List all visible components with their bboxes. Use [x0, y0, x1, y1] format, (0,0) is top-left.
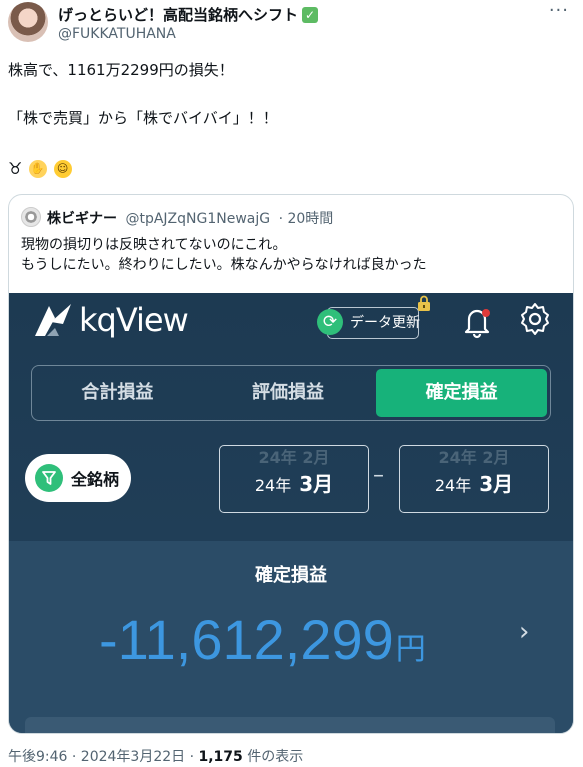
author-handle[interactable]: @FUKKATUHANA — [58, 26, 176, 42]
quoted-author-avatar — [21, 207, 41, 227]
all-stocks-filter-button[interactable]: 全銘柄 — [25, 454, 131, 502]
quoted-header: 株ビギナー @tpAJZqNG1NewajG · 20時間 — [47, 208, 333, 228]
start-date-value: 24年 3月 — [220, 468, 368, 497]
result-value: -11,612,299円 — [99, 607, 426, 672]
tweet-emoji-line: ♉ ✋ ☺ — [8, 158, 74, 179]
quoted-text-line: もうしにたい。終わりにしたい。株なんかやらなければ良かった — [21, 257, 427, 273]
start-date-picker[interactable]: 24年 2月 24年 3月 — [219, 445, 369, 513]
app-logo-text: kqView — [79, 301, 189, 339]
filter-label: 全銘柄 — [71, 470, 120, 489]
more-options-icon[interactable]: ··· — [549, 2, 569, 20]
tweet-text-line: 株高で、1161万2299円の損失！ — [8, 61, 234, 79]
result-amount: -11,612,299 — [99, 608, 394, 671]
result-unit: 円 — [395, 633, 426, 666]
views-label: 件の表示 — [242, 749, 304, 765]
views-count: 1,175 — [198, 749, 243, 765]
check-mark-icon: ✓ — [302, 6, 319, 23]
pnl-tab-group: 合計損益 評価損益 確定損益 — [31, 365, 551, 421]
date-range-separator: – — [373, 463, 384, 488]
tweet-text-line: 「株で売買」から「株でバイバイ」！！ — [8, 109, 278, 127]
refresh-icon: ⟳ — [317, 309, 343, 335]
attached-app-screenshot[interactable]: kqView データ更新 ⟳ 合計損益 評価損益 確定損益 全銘柄 24年 2月… — [9, 293, 573, 733]
next-panel-edge — [25, 717, 555, 733]
author-avatar[interactable] — [8, 2, 48, 42]
quoted-time: · 20時間 — [278, 211, 334, 227]
settings-gear-icon[interactable] — [517, 301, 553, 337]
end-date-year: 24年 — [434, 476, 472, 495]
tweet: げっとらいど！高配当銘柄へシフト ✓ @FUKKATUHANA ··· 株高で、… — [0, 0, 583, 767]
grinning-face-icon: ☺ — [53, 159, 72, 178]
logo-mark-icon — [35, 304, 71, 336]
tab-realized-pnl[interactable]: 確定損益 — [376, 369, 548, 417]
end-date-prev-option: 24年 2月 — [438, 448, 510, 467]
end-date-value: 24年 3月 — [400, 468, 548, 497]
start-date-month: 3月 — [299, 472, 334, 496]
author-name-line[interactable]: げっとらいど！高配当銘柄へシフト ✓ — [58, 4, 319, 25]
end-date-month: 3月 — [479, 472, 514, 496]
realized-pnl-panel[interactable]: 確定損益 -11,612,299円 › — [9, 541, 573, 733]
tab-unrealized-pnl[interactable]: 評価損益 — [203, 366, 374, 420]
result-label: 確定損益 — [255, 565, 327, 586]
taurus-icon: ♉ — [8, 158, 23, 178]
start-date-year: 24年 — [254, 476, 292, 495]
quoted-text-line: 現物の損切りは反映されてないのにこれ。 — [21, 237, 287, 253]
waving-hand-icon: ✋ — [28, 159, 47, 178]
notification-bell-icon[interactable] — [459, 303, 495, 339]
lock-icon — [418, 295, 430, 311]
chevron-right-icon[interactable]: › — [519, 617, 529, 647]
tweet-timestamp[interactable]: 午後9:46 · 2024年3月22日 · — [8, 749, 199, 765]
data-update-label: データ更新 — [350, 315, 420, 331]
filter-funnel-icon — [35, 464, 63, 492]
tweet-footer: 午後9:46 · 2024年3月22日 · 1,175 件の表示 — [8, 746, 303, 766]
app-logo: kqView — [33, 301, 189, 339]
quoted-display-name: 株ビギナー — [47, 211, 117, 227]
quoted-handle: @tpAJZqNG1NewajG — [125, 211, 271, 227]
quoted-tweet-card[interactable]: 株ビギナー @tpAJZqNG1NewajG · 20時間 現物の損切りは反映さ… — [8, 194, 574, 734]
quoted-text: 現物の損切りは反映されてないのにこれ。 もうしにたい。終わりにしたい。株なんかや… — [21, 235, 427, 275]
tab-total-pnl[interactable]: 合計損益 — [32, 366, 203, 420]
start-date-prev-option: 24年 2月 — [258, 448, 330, 467]
author-display-name[interactable]: げっとらいど！高配当銘柄へシフト — [58, 4, 298, 25]
end-date-picker[interactable]: 24年 2月 24年 3月 — [399, 445, 549, 513]
